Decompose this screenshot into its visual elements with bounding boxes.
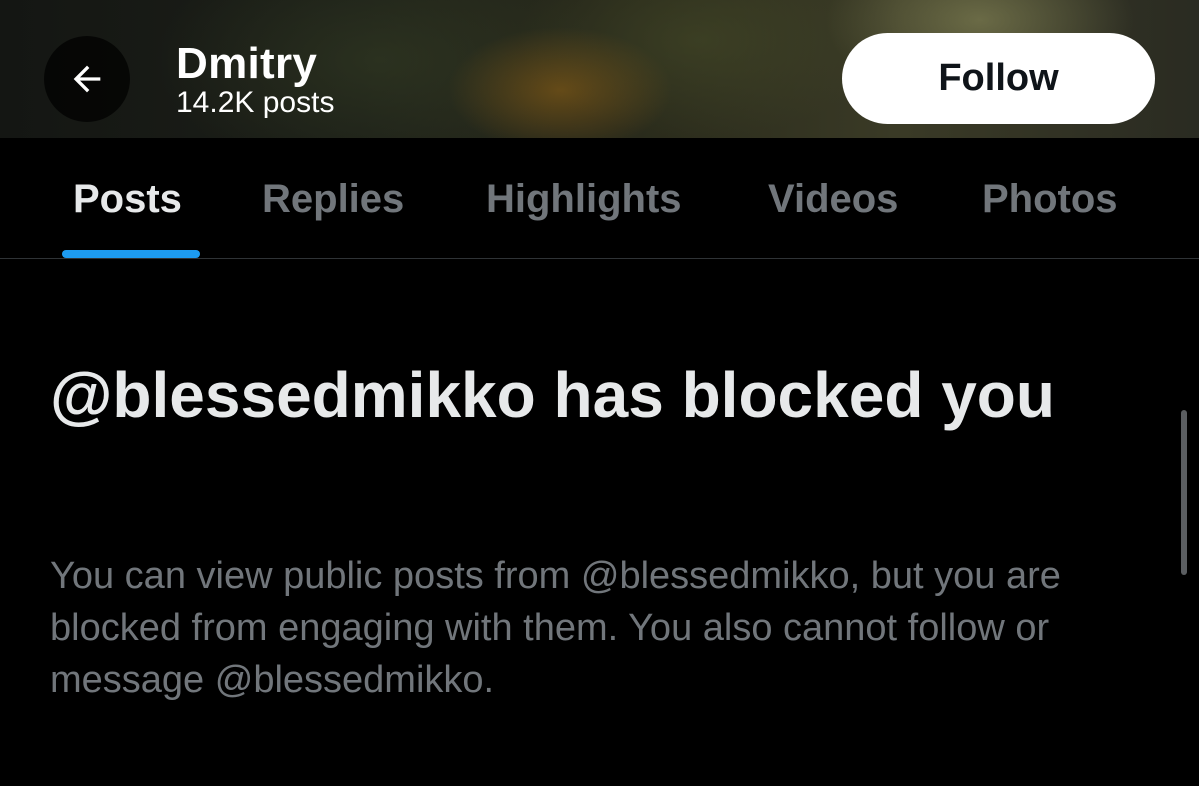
post-count: 14.2K posts bbox=[176, 86, 335, 119]
back-button[interactable] bbox=[44, 36, 130, 122]
profile-header-banner: Dmitry 14.2K posts Follow bbox=[0, 0, 1199, 138]
active-tab-indicator bbox=[62, 250, 200, 258]
profile-tabs: Posts Replies Highlights Videos Photos bbox=[0, 138, 1199, 259]
tab-replies[interactable]: Replies bbox=[262, 176, 404, 222]
arrow-left-icon bbox=[67, 59, 107, 99]
profile-name: Dmitry bbox=[176, 39, 318, 88]
tab-videos[interactable]: Videos bbox=[768, 176, 898, 222]
tab-posts[interactable]: Posts bbox=[73, 176, 182, 222]
follow-button[interactable]: Follow bbox=[842, 33, 1155, 124]
blocked-title: @blessedmikko has blocked you bbox=[50, 359, 1055, 431]
profile-screen: Dmitry 14.2K posts Follow Posts Replies … bbox=[0, 0, 1199, 786]
scrollbar[interactable] bbox=[1181, 410, 1187, 575]
tab-highlights[interactable]: Highlights bbox=[486, 176, 682, 222]
tab-photos[interactable]: Photos bbox=[982, 176, 1118, 222]
blocked-description: You can view public posts from @blessedm… bbox=[50, 555, 1061, 701]
